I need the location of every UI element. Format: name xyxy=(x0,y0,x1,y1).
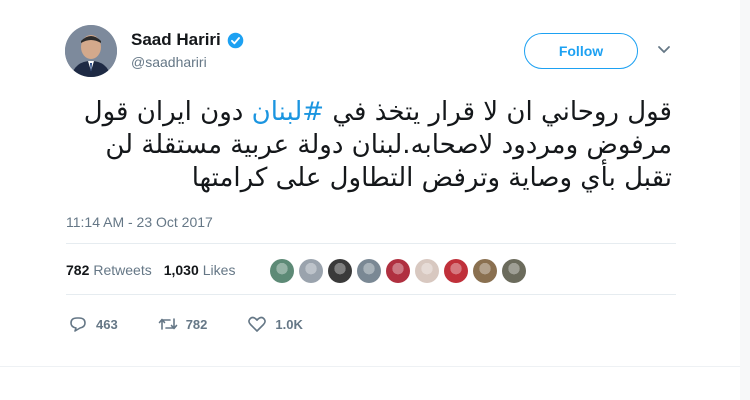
retweet-button[interactable]: 782 xyxy=(158,315,208,333)
tweet-card: Saad Hariri @saadhariri Follow قول روحان… xyxy=(0,0,750,400)
liker-avatars xyxy=(270,259,526,283)
likes-stat[interactable]: 1,030 Likes xyxy=(164,262,236,278)
author-handle[interactable]: @saadhariri xyxy=(131,54,207,70)
avatar[interactable] xyxy=(65,25,117,77)
retweets-count: 782 xyxy=(66,262,90,278)
reply-button[interactable]: 463 xyxy=(68,315,118,333)
tweet-timestamp[interactable]: 11:14 AM - 23 Oct 2017 xyxy=(66,214,213,230)
liker-avatar[interactable] xyxy=(415,259,439,283)
tweet-stats: 782 Retweets 1,030 Likes xyxy=(66,262,235,278)
verified-badge-icon xyxy=(227,32,244,48)
liker-avatar[interactable] xyxy=(386,259,410,283)
retweets-label: Retweets xyxy=(93,262,152,278)
hashtag-link[interactable]: #لبنان xyxy=(252,97,324,127)
retweet-icon xyxy=(158,318,178,330)
retweets-stat[interactable]: 782 Retweets xyxy=(66,262,152,278)
like-button[interactable]: 1.0K xyxy=(247,315,303,333)
liker-avatar[interactable] xyxy=(328,259,352,283)
tweet-actions: 463 782 1.0K xyxy=(68,315,343,333)
page-edge xyxy=(740,0,750,400)
liker-avatar[interactable] xyxy=(444,259,468,283)
divider xyxy=(66,243,676,244)
like-count: 1.0K xyxy=(275,316,303,332)
likes-label: Likes xyxy=(202,262,236,278)
profile-photo-icon xyxy=(65,25,117,77)
author-name-row: Saad Hariri xyxy=(131,30,244,50)
reply-icon xyxy=(70,317,86,332)
reply-count: 463 xyxy=(96,316,118,332)
author-display-name[interactable]: Saad Hariri xyxy=(131,30,221,50)
tweet-text-before: قول روحاني ان لا قرار يتخذ في xyxy=(324,97,672,127)
tweet-text: قول روحاني ان لا قرار يتخذ في #لبنان دون… xyxy=(66,96,672,195)
heart-icon xyxy=(248,316,267,332)
follow-button[interactable]: Follow xyxy=(524,33,638,69)
liker-avatar[interactable] xyxy=(270,259,294,283)
chevron-down-icon[interactable] xyxy=(657,45,671,55)
liker-avatar[interactable] xyxy=(473,259,497,283)
liker-avatar[interactable] xyxy=(299,259,323,283)
retweet-count: 782 xyxy=(185,316,208,332)
liker-avatar[interactable] xyxy=(502,259,526,283)
likes-count: 1,030 xyxy=(163,262,199,278)
divider xyxy=(66,294,676,295)
liker-avatar[interactable] xyxy=(357,259,381,283)
divider xyxy=(0,366,750,367)
